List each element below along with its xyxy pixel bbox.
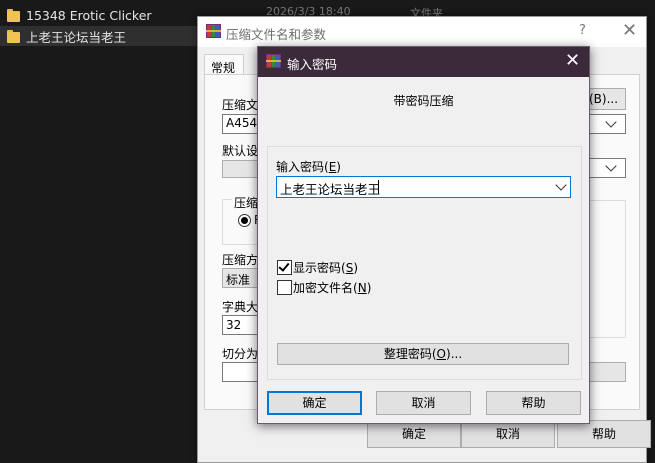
method-label: 压缩方 <box>222 253 259 267</box>
archive-name-dropdown[interactable] <box>586 114 626 134</box>
password-value: 上老王论坛当老王 <box>280 182 381 197</box>
dialog-title: 压缩文件名和参数 <box>226 27 327 42</box>
help-button[interactable]: 帮助 <box>486 391 581 415</box>
password-input[interactable]: 上老王论坛当老王 <box>276 176 571 198</box>
file-name: 15348 Erotic Clicker <box>26 7 152 23</box>
encrypt-filenames-checkbox[interactable] <box>277 280 292 295</box>
chevron-down-icon[interactable] <box>555 179 567 191</box>
set-password-button[interactable] <box>586 362 626 382</box>
dictionary-select[interactable]: 32 <box>222 315 260 335</box>
profiles-button[interactable] <box>222 160 260 178</box>
ok-button[interactable]: 确定 <box>267 391 362 415</box>
dialog-subtitle: 带密码压缩 <box>393 94 454 108</box>
method-select[interactable]: 标准 <box>222 268 260 288</box>
cancel-button[interactable]: 取消 <box>376 391 471 415</box>
split-input[interactable] <box>222 362 260 382</box>
show-password-checkbox[interactable] <box>277 260 292 275</box>
close-icon[interactable]: ✕ <box>565 50 580 71</box>
dialog-title: 输入密码 <box>287 57 338 72</box>
close-icon[interactable]: ✕ <box>622 20 637 41</box>
profile-dropdown[interactable] <box>586 158 626 178</box>
archive-name-label: 压缩文 <box>222 98 259 112</box>
text-caret <box>378 180 379 194</box>
dictionary-label: 字典大 <box>222 300 259 314</box>
folder-icon <box>7 8 20 22</box>
folder-icon <box>7 29 20 43</box>
file-row-2[interactable]: 上老王论坛当老王 <box>0 26 200 46</box>
chevron-down-icon <box>605 160 617 172</box>
file-name: 上老王论坛当老王 <box>26 29 127 45</box>
help-button[interactable]: 帮助 <box>557 420 651 448</box>
default-profile-label: 默认设 <box>222 144 259 158</box>
winrar-icon <box>266 54 281 68</box>
explorer-pane: 15348 Erotic Clicker 上老王论坛当老王 <box>0 0 200 461</box>
password-dialog-titlebar: 输入密码 ✕ <box>258 47 589 77</box>
archive-params-titlebar: 压缩文件名和参数 ? ✕ <box>198 17 646 47</box>
browse-button[interactable]: (B)... <box>586 88 626 110</box>
winrar-icon <box>206 24 221 38</box>
chevron-down-icon <box>605 116 617 128</box>
enter-password-dialog: 输入密码 ✕ 带密码压缩 输入密码(E) 上老王论坛当老王 显示密码(S) 加密… <box>257 46 590 424</box>
file-row-1[interactable]: 15348 Erotic Clicker <box>0 5 200 25</box>
show-password-label[interactable]: 显示密码(S) <box>293 259 358 276</box>
cancel-button[interactable]: 取消 <box>461 420 555 448</box>
enter-password-label: 输入密码(E) <box>276 160 341 174</box>
format-radio[interactable] <box>238 214 251 227</box>
encrypt-filenames-label[interactable]: 加密文件名(N) <box>293 279 371 296</box>
options-group <box>586 200 626 338</box>
organize-passwords-button[interactable]: 整理密码(O)... <box>277 343 569 365</box>
archive-name-input[interactable]: A4542 <box>222 114 265 134</box>
help-icon[interactable]: ? <box>579 23 586 38</box>
ok-button[interactable]: 确定 <box>367 420 461 448</box>
split-label: 切分为 <box>222 347 259 361</box>
